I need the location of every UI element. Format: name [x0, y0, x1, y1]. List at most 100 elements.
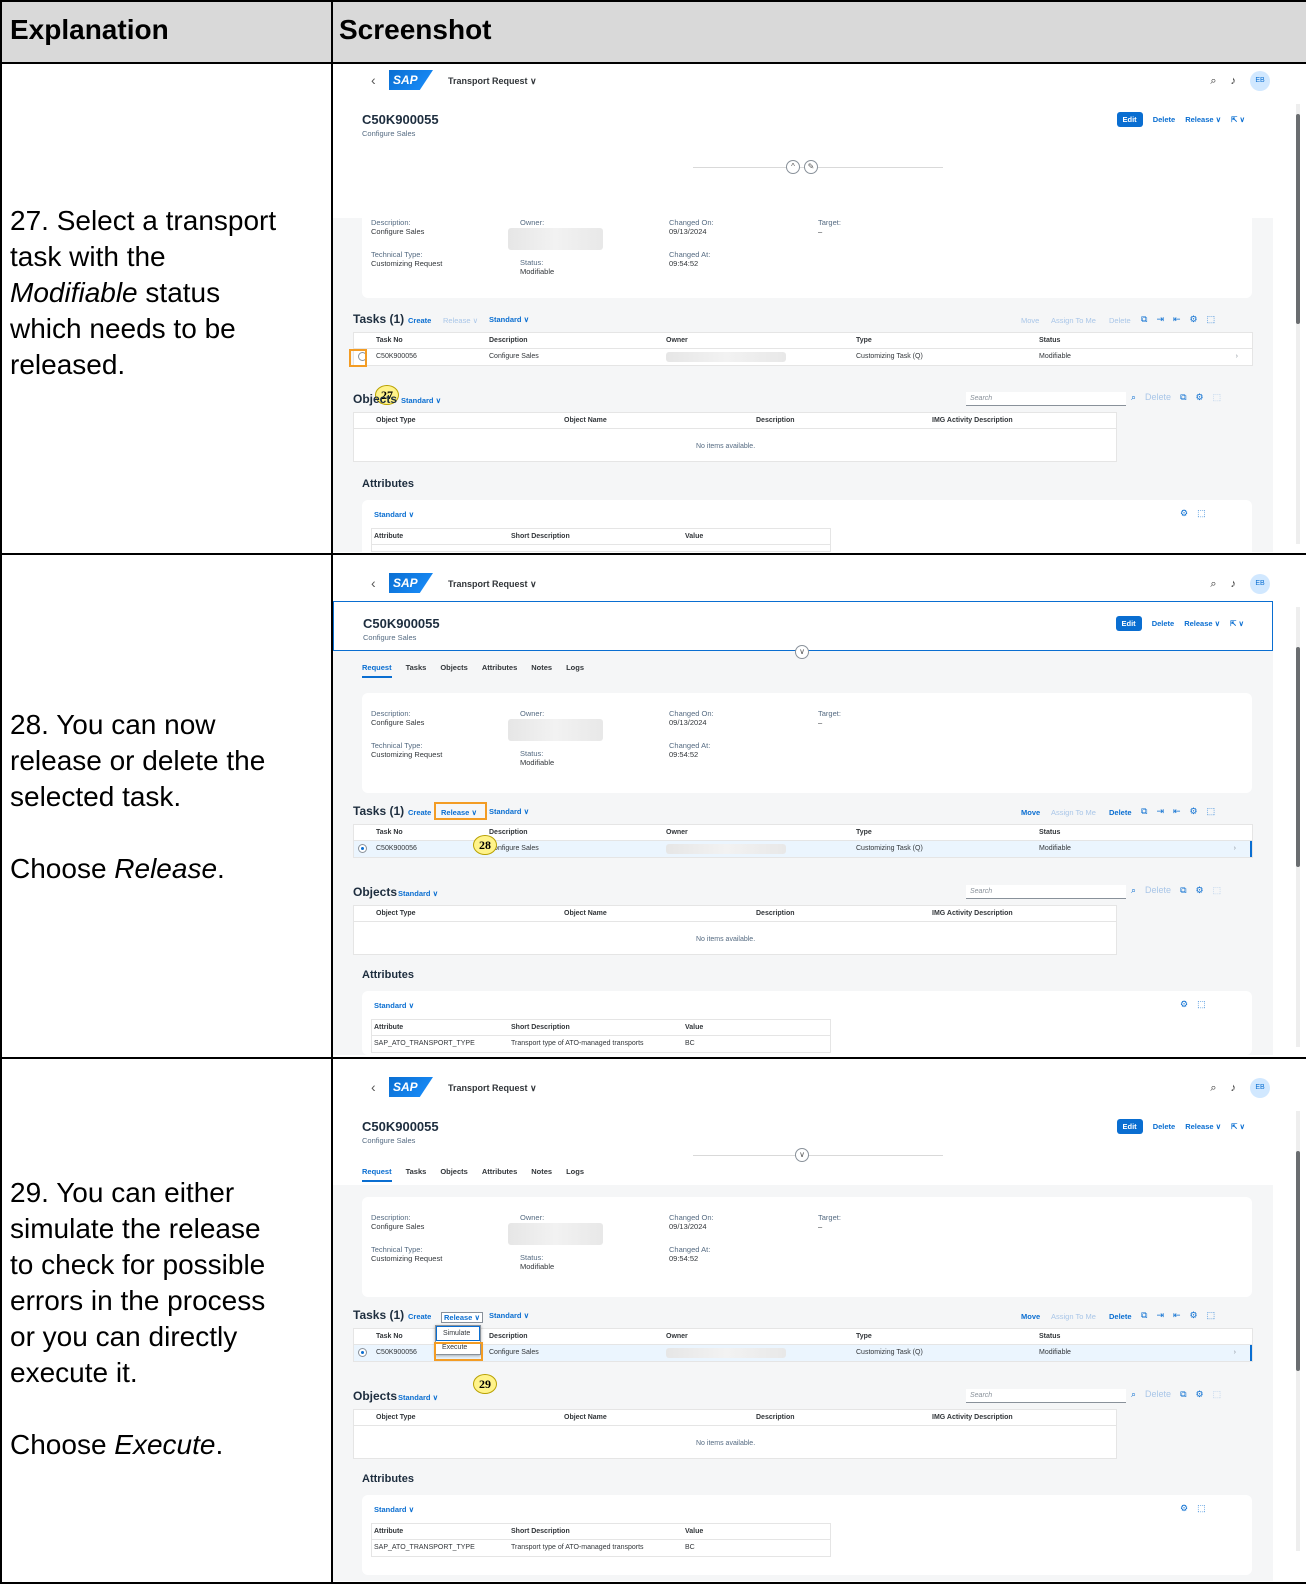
export-icon[interactable]: ⬚	[1213, 392, 1222, 403]
pin-icon[interactable]: ✎	[804, 160, 818, 174]
tab-request[interactable]: Request	[362, 1167, 392, 1182]
export-icon[interactable]: ⬚	[1197, 1503, 1206, 1514]
release-dropdown[interactable]: Release ∨	[441, 1312, 483, 1323]
release-button[interactable]: Release ∨	[1185, 1122, 1221, 1131]
scrollbar[interactable]	[1296, 104, 1300, 544]
expand-header-icon[interactable]: ∨	[795, 1148, 809, 1162]
tasks-variant[interactable]: Standard ∨	[489, 315, 529, 324]
move-button[interactable]: Move	[1021, 808, 1040, 817]
export-icon[interactable]: ⬚	[1207, 314, 1216, 325]
back-icon[interactable]: ‹	[371, 1079, 376, 1095]
settings-icon[interactable]: ⚙	[1190, 806, 1198, 817]
tab-request[interactable]: Request	[362, 663, 392, 678]
settings-icon[interactable]: ⚙	[1196, 1389, 1204, 1400]
settings-icon[interactable]: ⚙	[1180, 1503, 1188, 1514]
row-select-radio[interactable]	[358, 1348, 367, 1357]
copy-icon[interactable]: ⧉	[1180, 1389, 1186, 1400]
attributes-variant[interactable]: Standard ∨	[374, 510, 414, 519]
create-button[interactable]: Create	[408, 1312, 431, 1321]
collapse-all-icon[interactable]: ⇤	[1173, 1310, 1181, 1321]
search-input[interactable]: Search	[966, 1389, 1126, 1403]
delete-object-button[interactable]: Delete	[1145, 392, 1171, 403]
avatar[interactable]: EB	[1250, 574, 1270, 594]
back-icon[interactable]: ‹	[371, 72, 376, 88]
settings-icon[interactable]: ⚙	[1190, 314, 1198, 325]
search-icon[interactable]: ⌕	[1210, 1082, 1216, 1095]
tab-logs[interactable]: Logs	[566, 1167, 584, 1182]
bell-icon[interactable]: ♪	[1231, 1082, 1237, 1094]
delete-object-button[interactable]: Delete	[1145, 1389, 1171, 1400]
tab-objects[interactable]: Objects	[440, 663, 468, 678]
release-dropdown[interactable]: Release ∨	[443, 316, 478, 325]
delete-button[interactable]: Delete	[1152, 619, 1175, 628]
collapse-all-icon[interactable]: ⇤	[1173, 806, 1181, 817]
delete-object-button[interactable]: Delete	[1145, 885, 1171, 896]
avatar[interactable]: EB	[1250, 1078, 1270, 1098]
navigate-icon[interactable]: ›	[1234, 845, 1236, 852]
copy-icon[interactable]: ⧉	[1180, 885, 1186, 896]
search-icon[interactable]: ⌕	[1131, 1389, 1136, 1400]
table-row[interactable]: C50K900056 Configure Sales Customizing T…	[354, 349, 1252, 365]
search-icon[interactable]: ⌕	[1131, 392, 1136, 403]
objects-variant[interactable]: Standard ∨	[398, 889, 438, 898]
release-button[interactable]: Release ∨	[1185, 115, 1221, 124]
export-icon[interactable]: ⬚	[1213, 1389, 1222, 1400]
attributes-variant[interactable]: Standard ∨	[374, 1001, 414, 1010]
bell-icon[interactable]: ♪	[1231, 75, 1237, 87]
tab-tasks[interactable]: Tasks	[406, 663, 427, 678]
assign-button[interactable]: Assign To Me	[1051, 808, 1096, 817]
tab-notes[interactable]: Notes	[531, 663, 552, 678]
scrollbar[interactable]	[1296, 1111, 1300, 1551]
copy-icon[interactable]: ⧉	[1141, 806, 1147, 817]
search-icon[interactable]: ⌕	[1210, 75, 1216, 88]
simulate-menu-item[interactable]: Simulate	[436, 1326, 480, 1341]
app-title[interactable]: Transport Request ∨	[448, 1083, 537, 1094]
delete-button[interactable]: Delete	[1153, 115, 1176, 124]
app-title[interactable]: Transport Request ∨	[448, 579, 537, 590]
share-icon[interactable]: ⇱ ∨	[1231, 115, 1245, 124]
settings-icon[interactable]: ⚙	[1196, 392, 1204, 403]
delete-task-button[interactable]: Delete	[1109, 316, 1131, 325]
search-input[interactable]: Search	[966, 885, 1126, 899]
delete-task-button[interactable]: Delete	[1109, 808, 1132, 817]
navigate-icon[interactable]: ›	[1234, 1349, 1236, 1356]
tab-objects[interactable]: Objects	[440, 1167, 468, 1182]
export-icon[interactable]: ⬚	[1213, 885, 1222, 896]
delete-task-button[interactable]: Delete	[1109, 1312, 1132, 1321]
settings-icon[interactable]: ⚙	[1180, 999, 1188, 1010]
edit-button[interactable]: Edit	[1116, 112, 1143, 127]
edit-button[interactable]: Edit	[1115, 616, 1142, 631]
tab-attributes[interactable]: Attributes	[482, 663, 517, 678]
tab-attributes[interactable]: Attributes	[482, 1167, 517, 1182]
search-icon[interactable]: ⌕	[1210, 578, 1216, 591]
copy-icon[interactable]: ⧉	[1180, 392, 1186, 403]
export-icon[interactable]: ⬚	[1207, 806, 1216, 817]
tasks-variant[interactable]: Standard ∨	[489, 1311, 529, 1320]
table-row[interactable]: C50K900056 Configure Sales Customizing T…	[354, 1345, 1252, 1361]
avatar[interactable]: EB	[1250, 71, 1270, 91]
search-icon[interactable]: ⌕	[1131, 885, 1136, 896]
tab-logs[interactable]: Logs	[566, 663, 584, 678]
export-icon[interactable]: ⬚	[1197, 999, 1206, 1010]
export-icon[interactable]: ⬚	[1207, 1310, 1216, 1321]
objects-variant[interactable]: Standard ∨	[398, 1393, 438, 1402]
assign-button[interactable]: Assign To Me	[1051, 316, 1096, 325]
collapse-all-icon[interactable]: ⇤	[1173, 314, 1181, 325]
app-title[interactable]: Transport Request ∨	[448, 76, 537, 87]
scrollbar[interactable]	[1296, 607, 1300, 1047]
move-button[interactable]: Move	[1021, 316, 1039, 325]
tasks-variant[interactable]: Standard ∨	[489, 807, 529, 816]
assign-button[interactable]: Assign To Me	[1051, 1312, 1096, 1321]
expand-icon[interactable]: ⇥	[1156, 314, 1164, 325]
release-button[interactable]: Release ∨	[1184, 619, 1220, 628]
expand-icon[interactable]: ⇥	[1156, 1310, 1164, 1321]
tab-notes[interactable]: Notes	[531, 1167, 552, 1182]
move-button[interactable]: Move	[1021, 1312, 1040, 1321]
share-icon[interactable]: ⇱ ∨	[1230, 619, 1244, 628]
export-icon[interactable]: ⬚	[1197, 508, 1206, 519]
copy-icon[interactable]: ⧉	[1141, 314, 1147, 325]
navigate-icon[interactable]: ›	[1236, 353, 1238, 360]
share-icon[interactable]: ⇱ ∨	[1231, 1122, 1245, 1131]
bell-icon[interactable]: ♪	[1231, 578, 1237, 590]
search-input[interactable]: Search	[966, 392, 1126, 406]
